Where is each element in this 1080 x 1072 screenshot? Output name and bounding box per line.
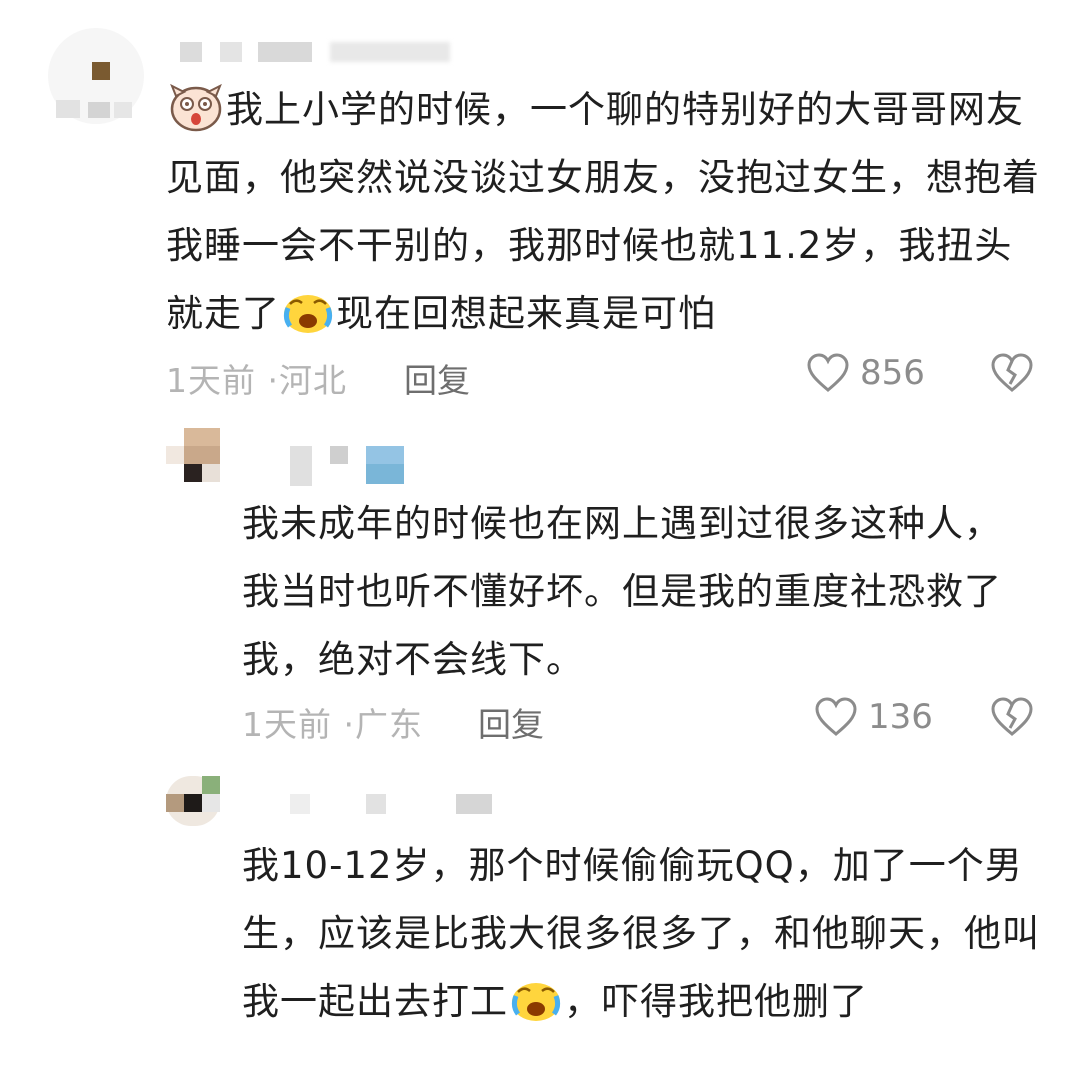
comment-1-text-part-2: 现在回想起来真是可怕 <box>336 292 716 335</box>
comment-1-reply-button[interactable]: 回复 <box>404 354 470 402</box>
comment-1-like-count: 856 <box>860 353 925 393</box>
comment-1-like-button[interactable]: 856 <box>806 352 925 394</box>
comment-3-text: 我10-12岁，那个时候偷偷玩QQ，加了一个男生，应该是比我大很多很多了，和他聊… <box>242 832 1042 1036</box>
shocked-face-icon <box>168 82 224 132</box>
username-blurred[interactable] <box>290 794 510 816</box>
comment-1-text: 我上小学的时候，一个聊的特别好的大哥哥网友见面，他突然说没谈过女朋友，没抱过女生… <box>166 76 1046 348</box>
comment-2-location: 广东 <box>355 705 423 744</box>
meta-separator: · <box>343 705 355 744</box>
comment-2-reply-button[interactable]: 回复 <box>478 698 544 746</box>
crying-face-icon <box>510 976 562 1021</box>
comment-2-meta: 1天前 ·广东 <box>242 698 423 746</box>
comment-3-text-part-2: ，吓得我把他删了 <box>564 980 868 1023</box>
crying-face-icon <box>282 288 334 333</box>
comment-1-time: 1天前 <box>166 361 256 400</box>
comment-2-like-button[interactable]: 136 <box>814 696 933 738</box>
comment-1-dislike-button[interactable] <box>990 352 1034 398</box>
comment-2-dislike-button[interactable] <box>990 696 1034 742</box>
heart-outline-icon <box>807 353 849 392</box>
username-blurred[interactable] <box>180 34 480 68</box>
avatar[interactable] <box>166 428 220 482</box>
avatar[interactable] <box>48 28 144 124</box>
comment-thread: 我上小学的时候，一个聊的特别好的大哥哥网友见面，他突然说没谈过女朋友，没抱过女生… <box>0 0 1080 1072</box>
meta-separator: · <box>267 361 279 400</box>
comment-1-location: 河北 <box>279 361 347 400</box>
broken-heart-icon <box>991 353 1033 392</box>
comment-2-time: 1天前 <box>242 705 332 744</box>
comment-2-like-count: 136 <box>868 697 933 737</box>
username-blurred[interactable] <box>290 446 410 486</box>
comment-1-meta: 1天前 ·河北 <box>166 354 347 402</box>
heart-outline-icon <box>815 697 857 736</box>
avatar[interactable] <box>166 776 220 826</box>
broken-heart-icon <box>991 697 1033 736</box>
comment-2-text: 我未成年的时候也在网上遇到过很多这种人，我当时也听不懂好坏。但是我的重度社恐救了… <box>242 502 1002 681</box>
